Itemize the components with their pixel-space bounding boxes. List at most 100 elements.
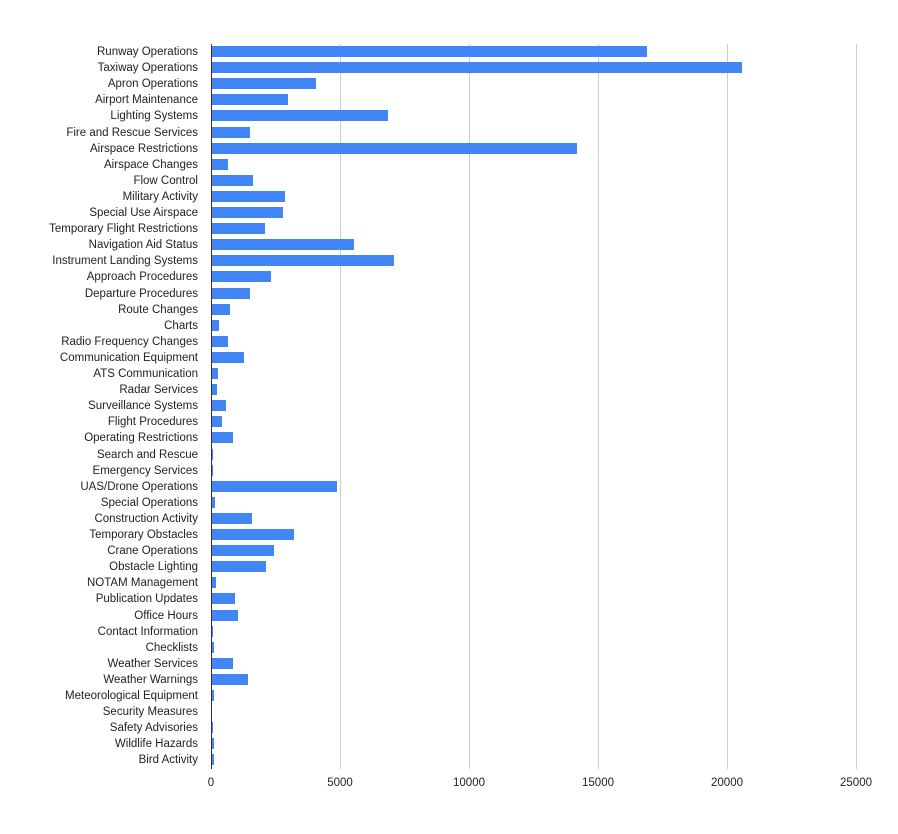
bar[interactable] [211, 303, 230, 315]
y-axis-tick-label: Weather Warnings [103, 673, 198, 686]
bar[interactable] [211, 271, 271, 283]
bar-row[interactable] [211, 575, 856, 591]
bar-row[interactable] [211, 656, 856, 672]
y-axis-tick-label: Search and Rescue [96, 448, 198, 461]
y-axis-tick-label: Wildlife Hazards [114, 738, 198, 751]
bar-row[interactable] [211, 269, 856, 285]
bar-row[interactable] [211, 173, 856, 189]
y-axis-tick-label: Departure Procedures [84, 287, 198, 300]
y-axis-tick-label: Flight Procedures [107, 416, 198, 429]
bar-row[interactable] [211, 334, 856, 350]
bar-row[interactable] [211, 318, 856, 334]
bar[interactable] [211, 512, 253, 524]
bar-row[interactable] [211, 495, 856, 511]
y-axis-tick-label: Bird Activity [138, 754, 198, 767]
y-axis-tick-label: Temporary Obstacles [89, 529, 198, 541]
y-axis-tick-label: Checklists [145, 641, 198, 654]
bar[interactable] [211, 62, 743, 74]
bar-row[interactable] [211, 302, 856, 318]
bar[interactable] [211, 480, 337, 492]
bar[interactable] [211, 673, 248, 685]
bar-row[interactable] [211, 286, 856, 302]
bar[interactable] [211, 158, 229, 170]
plot-area [211, 44, 857, 769]
bar-row[interactable] [211, 60, 856, 76]
bar-row[interactable] [211, 688, 856, 704]
bar-row[interactable] [211, 511, 856, 527]
bars [211, 44, 856, 769]
bar[interactable] [211, 416, 222, 428]
bar-row[interactable] [211, 640, 856, 656]
bar[interactable] [211, 287, 250, 299]
bar[interactable] [211, 190, 286, 202]
bar[interactable] [211, 78, 316, 90]
bar-row[interactable] [211, 382, 856, 398]
bar-row[interactable] [211, 141, 856, 157]
bar-row[interactable] [211, 108, 856, 124]
bar[interactable] [211, 239, 354, 251]
bar[interactable] [211, 223, 265, 235]
bar-row[interactable] [211, 253, 856, 269]
bar-row[interactable] [211, 92, 856, 108]
bar[interactable] [211, 593, 235, 605]
bar[interactable] [211, 561, 266, 573]
bar-row[interactable] [211, 221, 856, 237]
bar-row[interactable] [211, 447, 856, 463]
bar-row[interactable] [211, 414, 856, 430]
y-axis-tick-label: Security Measures [102, 706, 198, 719]
bar[interactable] [211, 351, 245, 363]
bar-row[interactable] [211, 398, 856, 414]
bar-row[interactable] [211, 205, 856, 221]
bar-row[interactable] [211, 463, 856, 479]
bar-row[interactable] [211, 704, 856, 720]
bar-row[interactable] [211, 752, 856, 768]
y-axis-tick-label: Navigation Aid Status [88, 239, 198, 252]
y-axis-tick-label: Meteorological Equipment [65, 690, 198, 702]
bar-row[interactable] [211, 527, 856, 543]
y-axis-tick-label: Taxiway Operations [97, 62, 198, 75]
bar-row[interactable] [211, 736, 856, 752]
bar-row[interactable] [211, 366, 856, 382]
bar[interactable] [211, 400, 226, 412]
y-axis-tick-label: Airspace Restrictions [89, 142, 198, 155]
y-axis-line [211, 44, 212, 769]
bar[interactable] [211, 319, 219, 331]
bar-row[interactable] [211, 559, 856, 575]
bar-row[interactable] [211, 591, 856, 607]
x-axis-labels: 0 5000 10000 15000 20000 25000 [0, 775, 898, 799]
bar-row[interactable] [211, 44, 856, 60]
bar-row[interactable] [211, 125, 856, 141]
bar[interactable] [211, 142, 578, 154]
y-axis-labels: Runway Operations Taxiway Operations Apron… [0, 44, 203, 769]
bar[interactable] [211, 432, 233, 444]
bar[interactable] [211, 255, 394, 267]
bar-row[interactable] [211, 608, 856, 624]
bar[interactable] [211, 110, 388, 122]
bar[interactable] [211, 174, 254, 186]
bar[interactable] [211, 126, 250, 138]
bar-row[interactable] [211, 76, 856, 92]
bar[interactable] [211, 545, 274, 557]
bar-row[interactable] [211, 479, 856, 495]
y-axis-tick-label: Approach Procedures [86, 271, 198, 284]
bar-row[interactable] [211, 430, 856, 446]
bar[interactable] [211, 368, 218, 379]
bar[interactable] [211, 46, 648, 57]
bar[interactable] [211, 335, 229, 347]
y-axis-tick-label: Lighting Systems [110, 110, 198, 123]
bar-row[interactable] [211, 157, 856, 173]
bar-row[interactable] [211, 350, 856, 366]
bar[interactable] [211, 609, 239, 621]
bar-row[interactable] [211, 543, 856, 559]
bar-row[interactable] [211, 189, 856, 205]
gridline [856, 44, 857, 769]
bar-row[interactable] [211, 720, 856, 736]
bar[interactable] [211, 529, 295, 540]
bar-row[interactable] [211, 237, 856, 253]
bar[interactable] [211, 207, 283, 218]
bar[interactable] [211, 657, 233, 669]
bar[interactable] [211, 94, 288, 106]
bar-row[interactable] [211, 624, 856, 640]
y-axis-tick-label: Contact Information [97, 625, 198, 638]
bar-row[interactable] [211, 672, 856, 688]
